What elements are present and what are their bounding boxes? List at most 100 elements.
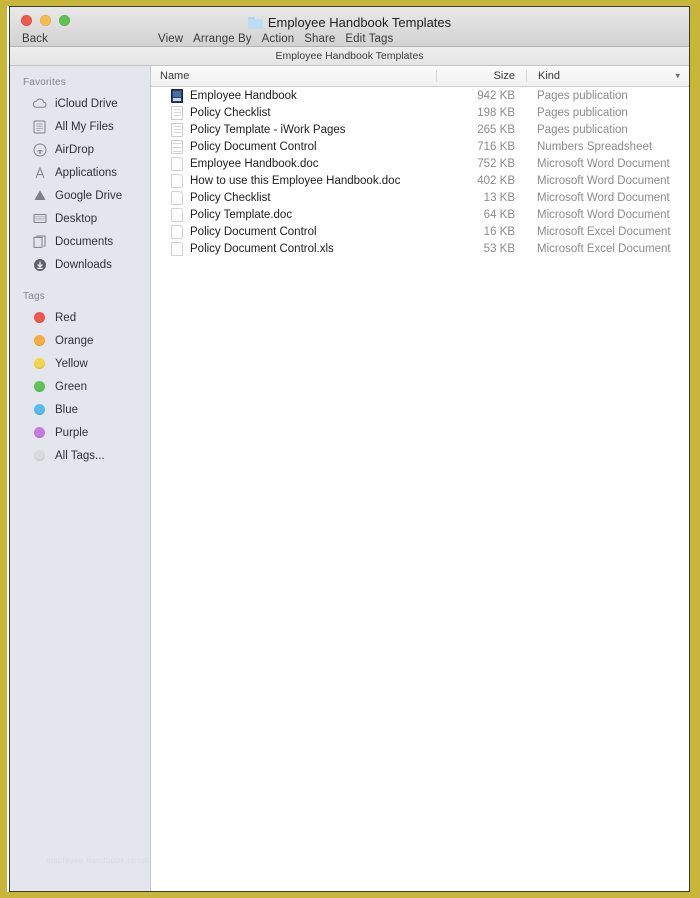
all-my-files-icon: [32, 119, 47, 134]
table-row[interactable]: Policy Document Control 716 KB Numbers S…: [151, 138, 689, 155]
zoom-button[interactable]: [59, 15, 70, 26]
table-row[interactable]: Policy Checklist 198 KB Pages publicatio…: [151, 104, 689, 121]
column-header-row: Name Size Kind ▾: [151, 66, 689, 87]
table-row[interactable]: Policy Template - iWork Pages 265 KB Pag…: [151, 121, 689, 138]
file-name-label: How to use this Employee Handbook.doc: [190, 174, 401, 187]
minimize-button[interactable]: [40, 15, 51, 26]
file-name-cell: Policy Document Control: [151, 139, 436, 154]
table-row[interactable]: How to use this Employee Handbook.doc 40…: [151, 172, 689, 189]
tag-dot-icon: [32, 310, 47, 325]
table-row[interactable]: Employee Handbook 942 KB Pages publicati…: [151, 87, 689, 104]
page-frame: Back View Arrange By Action Share Edit T…: [0, 0, 700, 898]
finder-window: Back View Arrange By Action Share Edit T…: [9, 6, 690, 892]
file-size-cell: 53 KB: [483, 242, 515, 255]
sidebar-item-airdrop[interactable]: AirDrop: [10, 138, 150, 161]
sidebar-item-label: iCloud Drive: [55, 97, 118, 110]
file-size-cell: 716 KB: [477, 140, 515, 153]
toolbar-item-arrange-by[interactable]: Arrange By: [193, 33, 252, 45]
file-name-cell: Policy Template - iWork Pages: [151, 122, 436, 137]
sidebar-tag-all-tags[interactable]: All Tags...: [10, 444, 150, 467]
sidebar-item-label: Desktop: [55, 212, 98, 225]
desktop-icon: [32, 211, 47, 226]
file-name-label: Policy Template.doc: [190, 208, 293, 221]
table-row[interactable]: Employee Handbook.doc 752 KB Microsoft W…: [151, 155, 689, 172]
file-name-cell: Employee Handbook.doc: [151, 156, 436, 171]
close-button[interactable]: [21, 15, 32, 26]
airdrop-icon: [32, 142, 47, 157]
file-kind-cell: Microsoft Word Document: [537, 208, 670, 221]
sidebar-item-all-my-files[interactable]: All My Files: [10, 115, 150, 138]
toolbar-item-share[interactable]: Share: [304, 33, 335, 45]
toolbar-item-action[interactable]: Action: [262, 33, 295, 45]
sidebar-tag-label: Purple: [55, 426, 89, 439]
checklist-document-icon: [171, 105, 183, 120]
toolbar-item-view[interactable]: View: [158, 33, 183, 45]
sidebar-item-downloads[interactable]: Downloads: [10, 253, 150, 276]
sidebar-tag-label: Green: [55, 380, 87, 393]
file-name-cell: Policy Document Control: [151, 224, 436, 239]
file-kind-cell: Pages publication: [537, 106, 628, 119]
toolbar-menu-group: View Arrange By Action Share Edit Tags: [158, 33, 393, 45]
table-row[interactable]: Policy Document Control 16 KB Microsoft …: [151, 223, 689, 240]
sidebar-tag-label: Red: [55, 311, 77, 324]
sidebar-item-label: All My Files: [55, 120, 114, 133]
file-kind-cell: Numbers Spreadsheet: [537, 140, 653, 153]
sidebar-item-google-drive[interactable]: Google Drive: [10, 184, 150, 207]
applications-icon: [32, 165, 47, 180]
file-name-cell: Policy Checklist: [151, 105, 436, 120]
sidebar-tag-blue[interactable]: Blue: [10, 398, 150, 421]
sidebar-tag-yellow[interactable]: Yellow: [10, 352, 150, 375]
file-name-cell: Policy Document Control.xls: [151, 241, 436, 256]
generic-document-icon: [171, 190, 183, 205]
pages-thumbnail-icon: [171, 88, 183, 103]
tag-dot-icon: [32, 333, 47, 348]
file-size-cell: 942 KB: [477, 89, 515, 102]
sidebar-item-label: Google Drive: [55, 189, 123, 202]
column-header-name[interactable]: Name: [151, 70, 436, 82]
sidebar-tag-green[interactable]: Green: [10, 375, 150, 398]
documents-icon: [32, 234, 47, 249]
file-name-label: Policy Document Control.xls: [190, 242, 334, 255]
chevron-down-icon[interactable]: ▾: [675, 71, 680, 81]
sidebar-item-applications[interactable]: Applications: [10, 161, 150, 184]
table-row[interactable]: Policy Template.doc 64 KB Microsoft Word…: [151, 206, 689, 223]
window-body: Favorites iCloud Drive All My Files AirD…: [10, 66, 689, 891]
column-header-size[interactable]: Size: [436, 70, 526, 82]
generic-document-icon: [171, 241, 183, 256]
sidebar-tag-purple[interactable]: Purple: [10, 421, 150, 444]
toolbar-item-edit-tags[interactable]: Edit Tags: [345, 33, 393, 45]
column-header-kind[interactable]: Kind: [526, 70, 689, 82]
file-name-cell: Employee Handbook: [151, 88, 436, 103]
table-row[interactable]: Policy Checklist 13 KB Microsoft Word Do…: [151, 189, 689, 206]
tag-dot-icon: [32, 448, 47, 463]
file-kind-cell: Microsoft Word Document: [537, 174, 670, 187]
file-size-cell: 402 KB: [477, 174, 515, 187]
tag-dot-icon: [32, 356, 47, 371]
file-name-cell: Policy Checklist: [151, 190, 436, 205]
sidebar-tag-label: All Tags...: [55, 449, 105, 462]
file-kind-cell: Microsoft Excel Document: [537, 225, 671, 238]
table-row[interactable]: Policy Document Control.xls 53 KB Micros…: [151, 240, 689, 257]
file-kind-cell: Pages publication: [537, 123, 628, 136]
tag-dot-icon: [32, 425, 47, 440]
sidebar-item-documents[interactable]: Documents: [10, 230, 150, 253]
generic-document-icon: [171, 156, 183, 171]
icloud-drive-icon: [32, 96, 47, 111]
file-name-label: Employee Handbook: [190, 89, 297, 102]
sidebar-tag-orange[interactable]: Orange: [10, 329, 150, 352]
traffic-light-group: [21, 15, 70, 26]
sidebar-tag-red[interactable]: Red: [10, 306, 150, 329]
file-size-cell: 13 KB: [483, 191, 515, 204]
sidebar-item-label: Documents: [55, 235, 114, 248]
generic-document-icon: [171, 173, 183, 188]
sidebar-item-desktop[interactable]: Desktop: [10, 207, 150, 230]
window-title: Employee Handbook Templates: [10, 15, 689, 30]
sidebar-item-icloud-drive[interactable]: iCloud Drive: [10, 92, 150, 115]
back-button[interactable]: Back: [22, 33, 48, 45]
file-size-cell: 198 KB: [477, 106, 515, 119]
checklist-document-icon: [171, 122, 183, 137]
file-size-cell: 64 KB: [483, 208, 515, 221]
sidebar-tag-label: Yellow: [55, 357, 88, 370]
sidebar-header-tags: Tags: [23, 291, 45, 302]
file-rows: Employee Handbook 942 KB Pages publicati…: [151, 87, 689, 891]
